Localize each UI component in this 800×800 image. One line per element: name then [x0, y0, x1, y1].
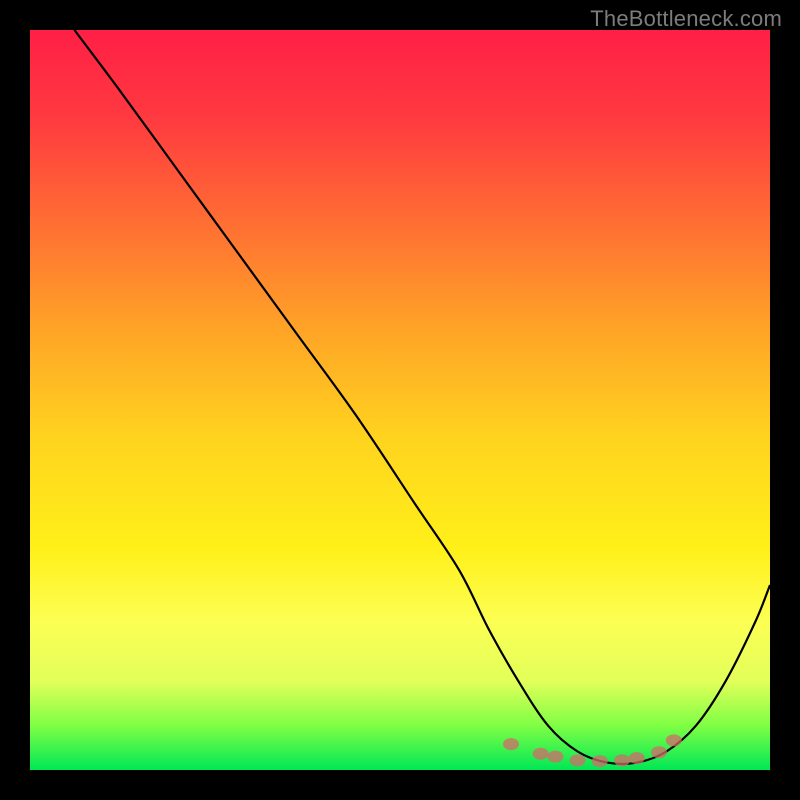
- chart-frame: TheBottleneck.com: [0, 0, 800, 800]
- attribution-text: TheBottleneck.com: [590, 6, 782, 32]
- dip-marker: [503, 738, 519, 750]
- dip-marker: [614, 754, 630, 766]
- dip-marker: [651, 746, 667, 758]
- dip-marker: [629, 752, 645, 764]
- bottleneck-curve: [74, 30, 770, 764]
- dip-marker: [666, 734, 682, 746]
- dip-marker: [547, 751, 563, 763]
- dip-marker: [533, 748, 549, 760]
- plot-area: [30, 30, 770, 770]
- chart-svg: [30, 30, 770, 770]
- dip-marker: [570, 754, 586, 766]
- dip-marker: [592, 755, 608, 767]
